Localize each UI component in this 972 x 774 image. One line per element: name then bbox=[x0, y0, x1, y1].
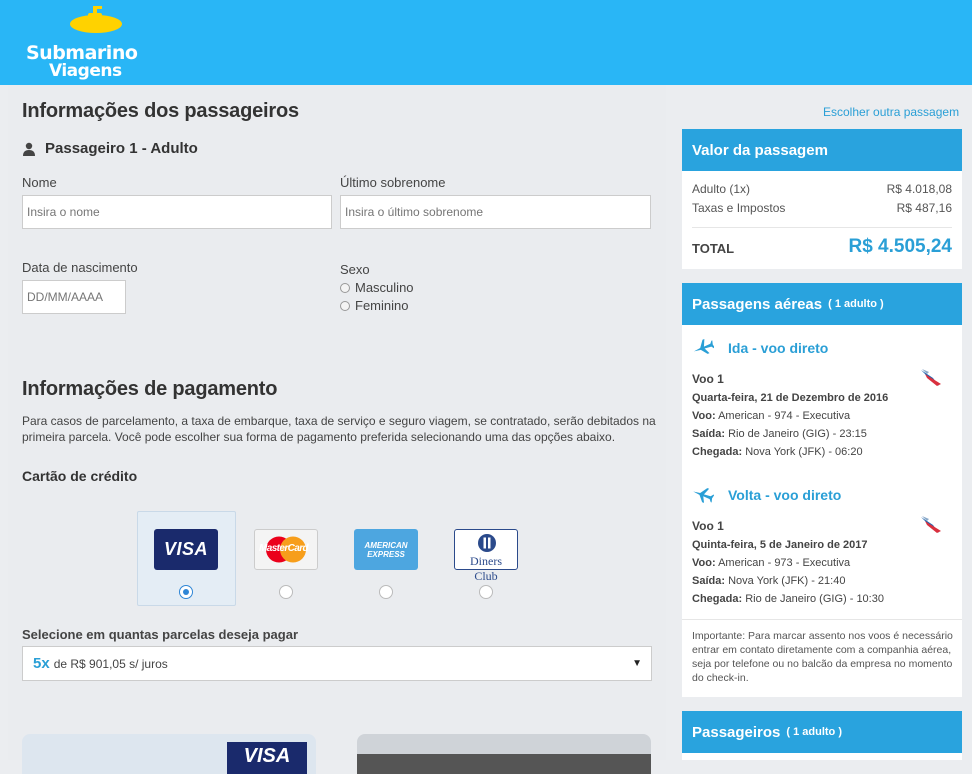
visa-radio[interactable] bbox=[179, 585, 193, 599]
voo-label: Voo: bbox=[692, 557, 716, 569]
diners-icon bbox=[478, 534, 496, 552]
sex-option-feminino[interactable]: Feminino bbox=[340, 298, 408, 313]
flights-panel-title-text: Passagens aéreas bbox=[692, 295, 823, 313]
amex-card-logo[interactable]: AMERICAN EXPRESS bbox=[354, 529, 418, 570]
saida-value: Nova York (JFK) - 21:40 bbox=[728, 575, 846, 587]
other-ticket-link[interactable]: Escolher outra passagem bbox=[823, 105, 959, 119]
visa-preview-badge: VISA bbox=[227, 742, 307, 774]
name-input[interactable] bbox=[22, 195, 332, 229]
mastercard-radio[interactable] bbox=[279, 585, 293, 599]
credit-card-title: Cartão de crédito bbox=[22, 468, 138, 484]
return-date: Quinta-feira, 5 de Janeiro de 2017 bbox=[692, 539, 868, 551]
credit-card-preview: VISA bbox=[22, 734, 316, 774]
header-bar: Submarino Viagens bbox=[0, 0, 972, 85]
outbound-date: Quarta-feira, 21 de Dezembro de 2016 bbox=[692, 392, 889, 404]
installments-count: 5x bbox=[33, 655, 50, 672]
important-note: Importante: Para marcar assento nos voos… bbox=[692, 630, 953, 684]
surname-label: Último sobrenome bbox=[340, 175, 446, 190]
passengers-panel-title: Passageiros ( 1 adulto ) bbox=[682, 711, 962, 753]
diners-radio[interactable] bbox=[479, 585, 493, 599]
price-row-value: R$ 4.018,08 bbox=[886, 182, 952, 196]
return-voo: Voo: American - 973 - Executiva bbox=[692, 557, 850, 569]
submarino-logo[interactable]: Submarino Viagens bbox=[26, 4, 138, 82]
passengers-title: Informações dos passageiros bbox=[22, 100, 299, 122]
chegada-value: Nova York (JFK) - 06:20 bbox=[745, 446, 863, 458]
visa-card-text: VISA bbox=[163, 539, 208, 559]
voo-value: American - 973 - Executiva bbox=[718, 557, 851, 569]
birthdate-label: Data de nascimento bbox=[22, 260, 138, 275]
logo-text-viagens: Viagens bbox=[49, 61, 122, 81]
sex-option-label: Masculino bbox=[355, 280, 414, 295]
outbound-saida: Saída: Rio de Janeiro (GIG) - 23:15 bbox=[692, 428, 867, 440]
flights-panel-subtitle: ( 1 adulto ) bbox=[828, 298, 884, 310]
saida-label: Saída: bbox=[692, 428, 726, 440]
american-airlines-icon bbox=[921, 516, 941, 533]
diners-card-text: Diners Club bbox=[470, 554, 502, 583]
user-icon bbox=[23, 142, 35, 156]
passenger-heading: Passageiro 1 - Adulto bbox=[22, 140, 198, 157]
airplane-icon bbox=[693, 488, 714, 503]
payment-title: Informações de pagamento bbox=[22, 378, 278, 400]
passengers-panel: Passageiros ( 1 adulto ) bbox=[682, 711, 962, 760]
radio-button[interactable] bbox=[340, 282, 350, 293]
saida-label: Saída: bbox=[692, 575, 726, 587]
voo-value: American - 974 - Executiva bbox=[718, 410, 851, 422]
visa-preview-text: VISA bbox=[243, 745, 291, 767]
saida-value: Rio de Janeiro (GIG) - 23:15 bbox=[728, 428, 867, 440]
total-value: R$ 4.505,24 bbox=[848, 236, 952, 257]
visa-card-logo[interactable]: VISA bbox=[154, 529, 218, 570]
passengers-panel-subtitle: ( 1 adulto ) bbox=[786, 726, 842, 738]
american-airlines-icon bbox=[921, 369, 941, 386]
return-title: Volta - voo direto bbox=[728, 487, 842, 503]
sex-option-masculino[interactable]: Masculino bbox=[340, 280, 414, 295]
credit-card-back-preview bbox=[357, 734, 651, 774]
sex-label: Sexo bbox=[340, 262, 370, 277]
amex-radio[interactable] bbox=[379, 585, 393, 599]
installments-label: Selecione em quantas parcelas deseja pag… bbox=[22, 627, 299, 642]
birthdate-input[interactable] bbox=[22, 280, 126, 314]
name-label: Nome bbox=[22, 175, 57, 190]
chegada-value: Rio de Janeiro (GIG) - 10:30 bbox=[745, 593, 884, 605]
outbound-title: Ida - voo direto bbox=[728, 340, 829, 356]
voo-label: Voo: bbox=[692, 410, 716, 422]
price-row-label: Taxas e Impostos bbox=[692, 201, 786, 215]
return-saida: Saída: Nova York (JFK) - 21:40 bbox=[692, 575, 845, 587]
outbound-voo: Voo: American - 974 - Executiva bbox=[692, 410, 850, 422]
magnetic-stripe bbox=[357, 754, 651, 774]
chegada-label: Chegada: bbox=[692, 446, 743, 458]
price-row-value: R$ 487,16 bbox=[896, 201, 952, 215]
divider bbox=[682, 619, 962, 620]
sex-option-label: Feminino bbox=[355, 298, 409, 313]
radio-button[interactable] bbox=[340, 300, 350, 311]
outbound-flight: Voo 1 bbox=[692, 372, 724, 386]
passenger-heading-text: Passageiro 1 - Adulto bbox=[45, 140, 198, 157]
return-flight: Voo 1 bbox=[692, 519, 724, 533]
passengers-panel-title-text: Passageiros bbox=[692, 723, 781, 741]
outbound-chegada: Chegada: Nova York (JFK) - 06:20 bbox=[692, 446, 863, 458]
diners-card-logo[interactable]: Diners Club bbox=[454, 529, 518, 583]
payment-description: Para casos de parcelamento, a taxa de em… bbox=[22, 414, 656, 444]
mastercard-card-logo[interactable]: MasterCard bbox=[254, 529, 318, 570]
installments-text: de R$ 901,05 s/ juros bbox=[53, 656, 168, 671]
price-panel-title: Valor da passagem bbox=[682, 129, 962, 171]
price-panel: Valor da passagem Adulto (1x) R$ 4.018,0… bbox=[682, 129, 962, 269]
amex-card-text: AMERICAN EXPRESS bbox=[364, 540, 408, 559]
divider bbox=[692, 227, 952, 228]
return-chegada: Chegada: Rio de Janeiro (GIG) - 10:30 bbox=[692, 593, 884, 605]
surname-input[interactable] bbox=[340, 195, 651, 229]
flights-panel: Passagens aéreas ( 1 adulto ) Ida - voo … bbox=[682, 283, 962, 697]
total-label: TOTAL bbox=[692, 241, 735, 256]
mastercard-text: MasterCard bbox=[259, 543, 309, 554]
airplane-icon bbox=[693, 339, 714, 354]
submarine-icon bbox=[70, 6, 122, 33]
price-row-label: Adulto (1x) bbox=[692, 182, 751, 196]
chevron-down-icon: ▼ bbox=[632, 658, 642, 669]
chegada-label: Chegada: bbox=[692, 593, 743, 605]
flights-panel-title: Passagens aéreas ( 1 adulto ) bbox=[682, 283, 962, 325]
installments-select[interactable]: 5x de R$ 901,05 s/ juros ▼ bbox=[22, 646, 652, 681]
